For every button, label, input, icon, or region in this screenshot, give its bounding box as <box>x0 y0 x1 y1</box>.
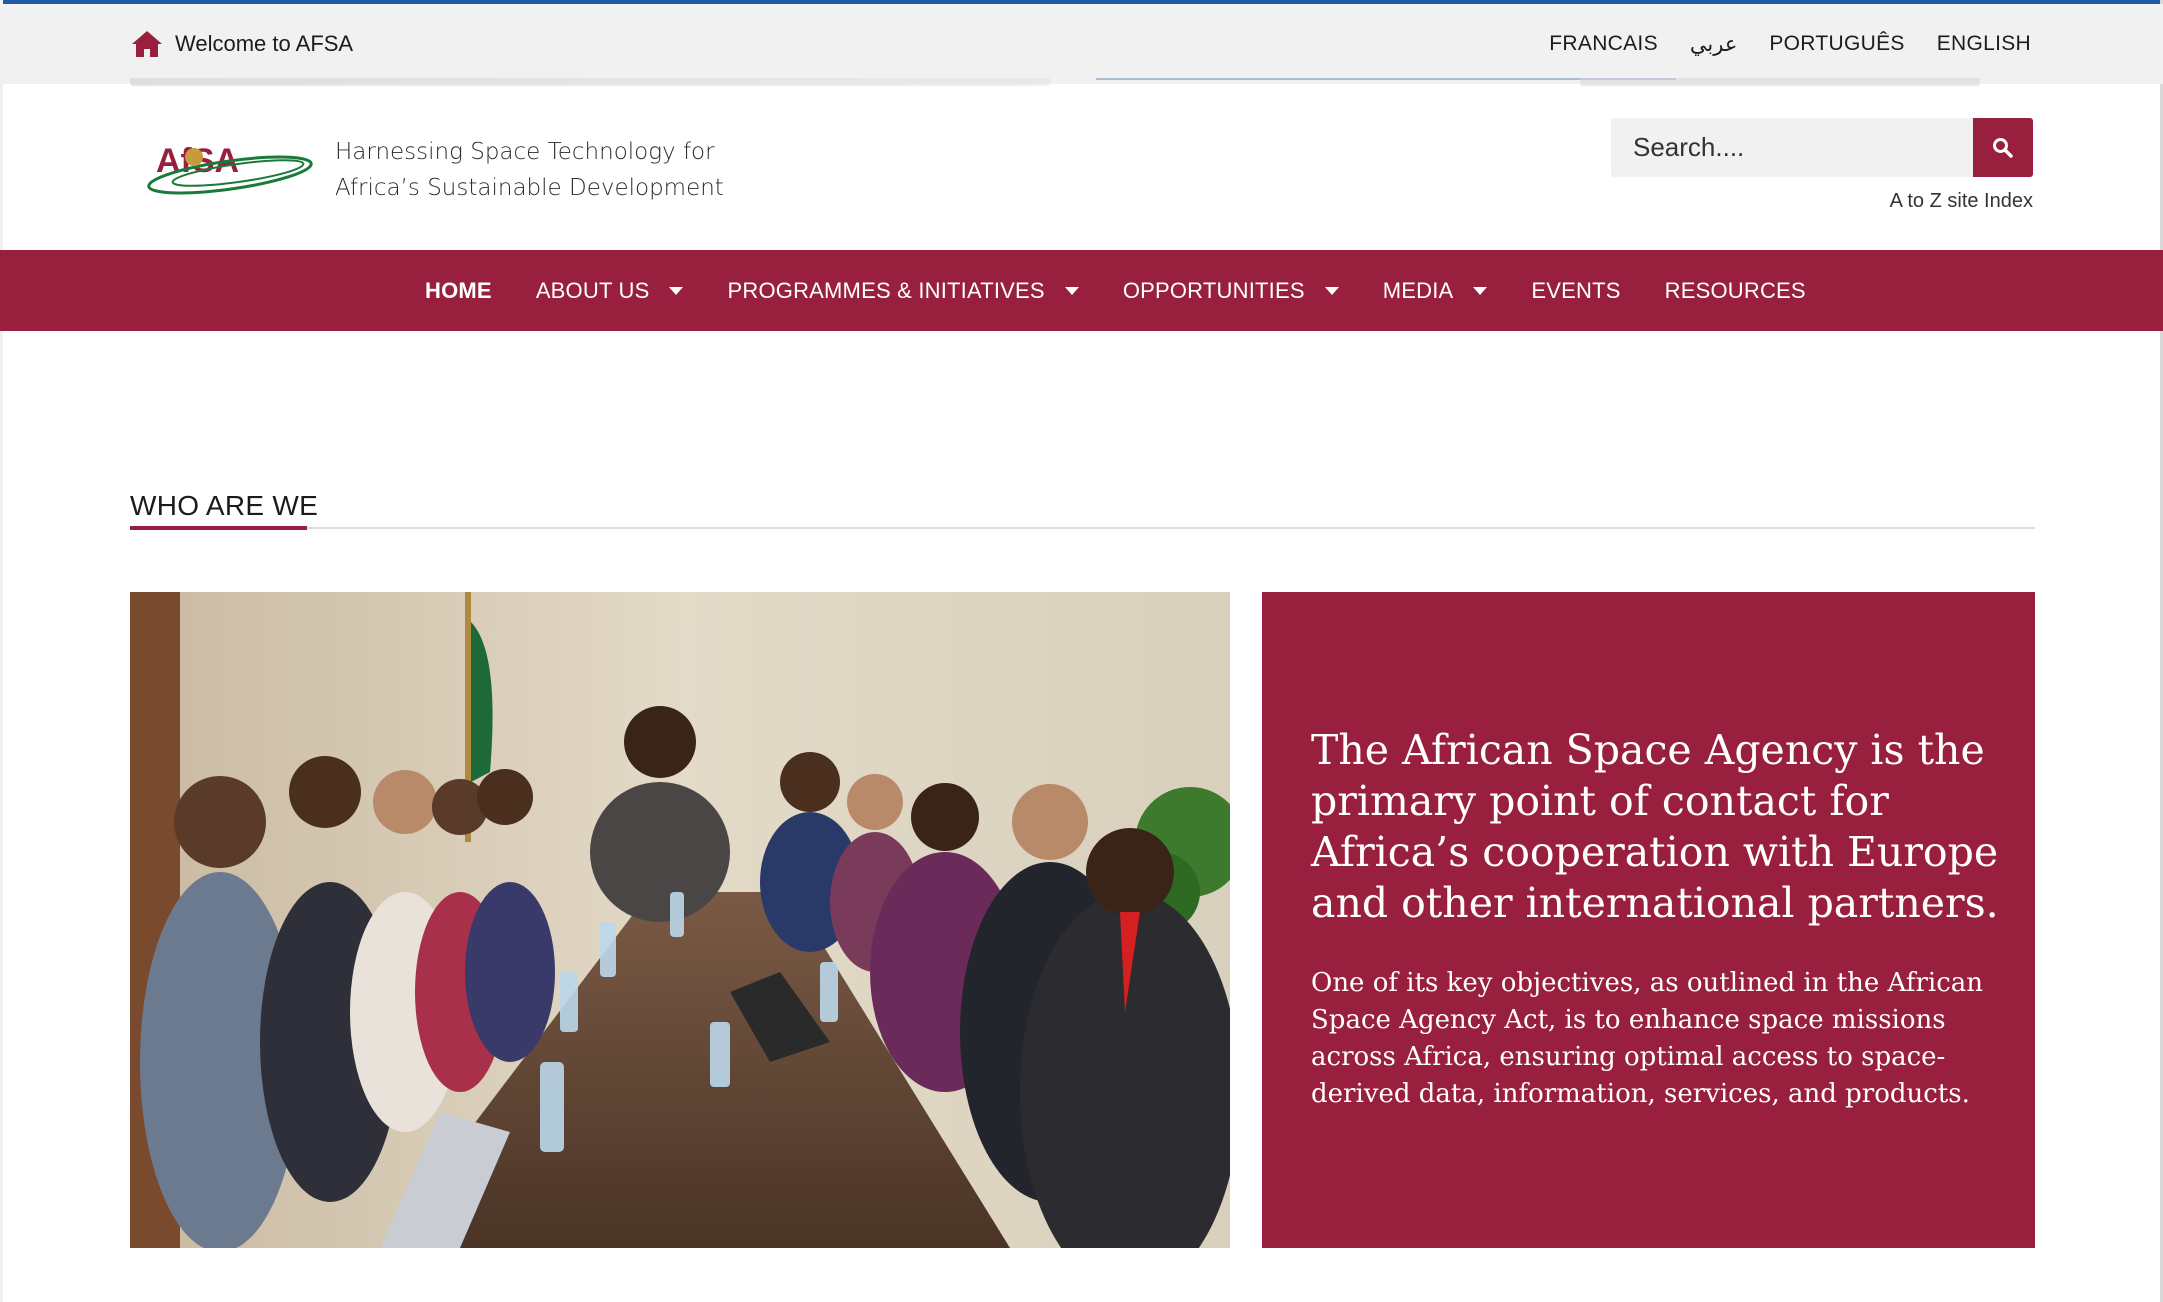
team-meeting-photo <box>130 592 1230 1248</box>
home-icon <box>132 31 162 57</box>
about-lead-text: The African Space Agency is the primary … <box>1311 726 1999 927</box>
lang-francais[interactable]: FRANCAIS <box>1549 32 1658 56</box>
top-bar: Welcome to AFSA FRANCAIS عربي PORTUGUÊS … <box>0 4 2163 84</box>
welcome-link[interactable]: Welcome to AFSA <box>131 30 353 58</box>
section-title-underline <box>130 526 307 530</box>
main-nav: HOME ABOUT US PROGRAMMES & INITIATIVES O… <box>0 250 2163 331</box>
language-switcher: FRANCAIS عربي PORTUGUÊS ENGLISH <box>1549 32 2031 56</box>
afsa-logo[interactable]: AfSA <box>142 135 318 203</box>
tagline-line-1: Harnessing Space Technology for <box>335 139 715 165</box>
nav-about-us[interactable]: ABOUT US <box>536 278 684 304</box>
site-tagline: Harnessing Space Technology for Africa’s… <box>335 134 724 206</box>
caret-down-icon <box>1473 286 1488 295</box>
nav-opportunities[interactable]: OPPORTUNITIES <box>1123 278 1339 304</box>
tagline-line-2: Africa’s Sustainable Development <box>335 175 724 201</box>
nav-events[interactable]: EVENTS <box>1531 278 1620 304</box>
section-divider <box>130 527 2035 529</box>
nav-events-label: EVENTS <box>1531 277 1621 303</box>
search-button[interactable] <box>1973 118 2033 177</box>
lang-english[interactable]: ENGLISH <box>1937 32 2031 56</box>
nav-resources[interactable]: RESOURCES <box>1665 278 1806 304</box>
nav-media-label: MEDIA <box>1382 277 1454 303</box>
section-title: WHO ARE WE <box>130 490 319 521</box>
a-to-z-index-link[interactable]: A to Z site Index <box>1890 190 2033 213</box>
caret-down-icon <box>669 286 684 295</box>
about-card: The African Space Agency is the primary … <box>1262 592 2035 1248</box>
nav-programmes-label: PROGRAMMES & INITIATIVES <box>727 277 1045 303</box>
nav-resources-label: RESOURCES <box>1664 277 1806 303</box>
lang-portugues[interactable]: PORTUGUÊS <box>1769 32 1904 56</box>
nav-opportunities-label: OPPORTUNITIES <box>1122 277 1305 303</box>
left-border <box>0 0 3 1302</box>
nav-media[interactable]: MEDIA <box>1383 278 1488 304</box>
search-icon <box>1993 137 2013 158</box>
nav-about-us-label: ABOUT US <box>535 277 650 303</box>
search-form <box>1611 118 2033 177</box>
nav-home-label: HOME <box>425 277 492 303</box>
caret-down-icon <box>1324 286 1339 295</box>
caret-down-icon <box>1064 286 1079 295</box>
nav-programmes[interactable]: PROGRAMMES & INITIATIVES <box>727 277 1079 304</box>
search-input[interactable] <box>1611 118 1973 177</box>
about-body-text: One of its key objectives, as outlined i… <box>1311 968 1984 1109</box>
lang-arabic[interactable]: عربي <box>1690 32 1737 56</box>
scrolled-content-remnant <box>130 78 2030 88</box>
welcome-text: Welcome to AFSA <box>175 31 354 56</box>
nav-home[interactable]: HOME <box>425 278 492 304</box>
